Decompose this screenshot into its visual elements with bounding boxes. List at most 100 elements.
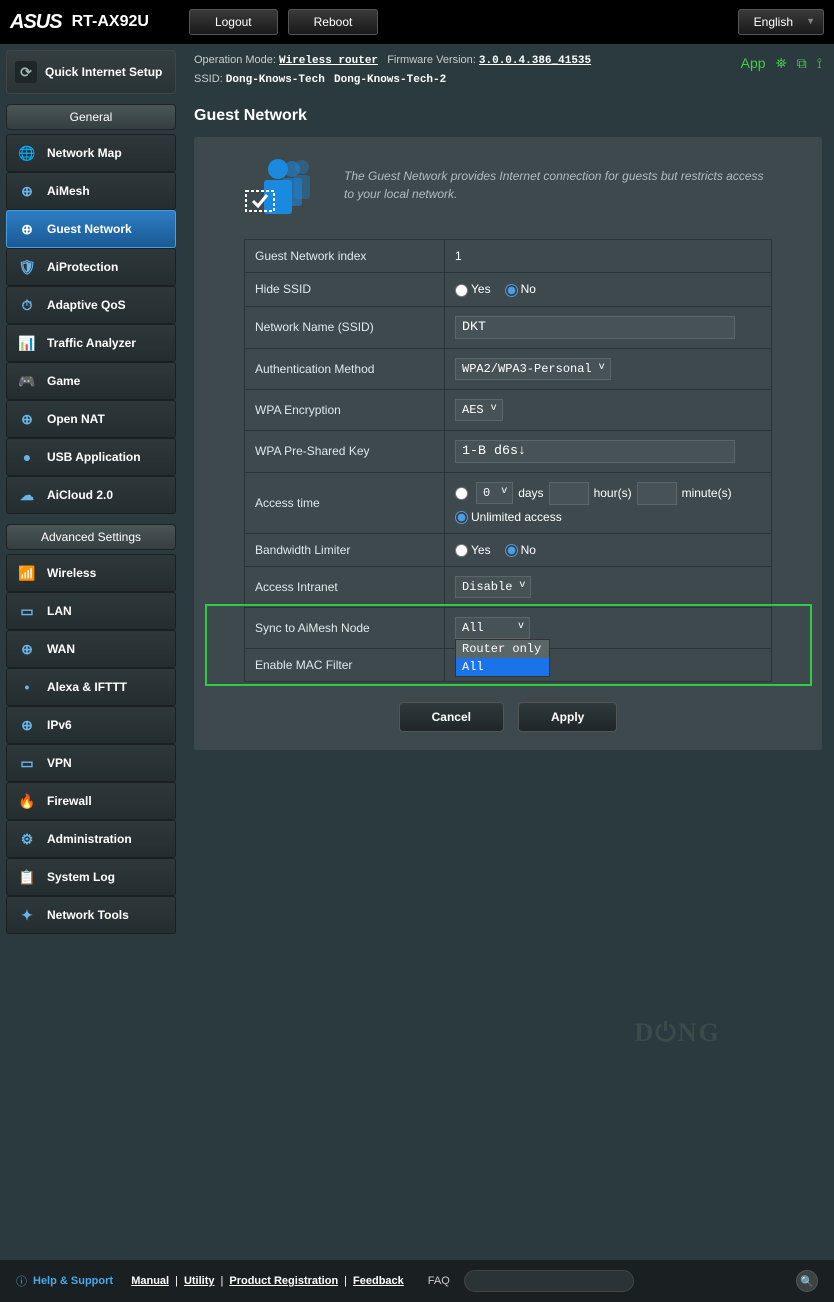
faq-search-input[interactable] [464,1270,634,1292]
minutes-input[interactable] [637,482,677,505]
manual-link[interactable]: Manual [131,1275,169,1287]
general-icon: ⊕ [17,219,37,239]
fw-link[interactable]: 3.0.0.4.386_41535 [479,55,591,67]
advanced-label: Network Tools [47,908,129,922]
advanced-item-firewall[interactable]: 🔥Firewall [6,782,176,820]
quick-internet-setup-button[interactable]: ⟳ Quick Internet Setup [6,50,176,94]
faq-label: FAQ [428,1275,450,1287]
qis-icon: ⟳ [15,61,37,83]
general-item-traffic-analyzer[interactable]: 📊 Traffic Analyzer [6,324,176,362]
general-icon: 🛡 [17,257,37,277]
advanced-item-vpn[interactable]: ▭VPN [6,744,176,782]
reboot-button[interactable]: Reboot [288,9,379,35]
product-reg-link[interactable]: Product Registration [229,1275,338,1287]
general-icon: ⊕ [17,409,37,429]
advanced-label: Administration [47,832,132,846]
psk-input[interactable] [455,440,735,463]
network-icon[interactable]: ⧉ [797,52,807,74]
help-icon: ⓘ [16,1273,27,1289]
info-bar: Operation Mode: Wireless router Firmware… [194,52,822,89]
ssid1-value: Dong-Knows-Tech [226,74,325,86]
ssid2-value: Dong-Knows-Tech-2 [334,74,446,86]
general-item-guest-network[interactable]: ⊕Guest Network [6,210,176,248]
general-item-aimesh[interactable]: ⊕AiMesh [6,172,176,210]
user-icon[interactable]: ⛯ [776,52,787,74]
hide-ssid-label: Hide SSID [245,273,445,306]
advanced-icon: ✦ [17,905,37,925]
advanced-item-alexa-ifttt[interactable]: •Alexa & IFTTT [6,668,176,706]
settings-table: Guest Network index 1 Hide SSID Yes No N… [244,239,772,682]
advanced-icon: • [17,677,37,697]
footer: ⓘ Help & Support Manual | Utility | Prod… [0,1260,834,1302]
access-time-limited-radio[interactable] [455,487,468,500]
advanced-label: WAN [47,642,75,656]
apply-button[interactable]: Apply [518,702,617,732]
search-button[interactable]: 🔍 [796,1270,818,1292]
guest-network-icon [244,155,324,215]
general-icon: ⏱ [17,295,37,315]
advanced-label: System Log [47,870,115,884]
sync-select[interactable]: All [455,617,530,639]
intranet-select[interactable]: Disable [455,576,531,598]
sync-option-router-only[interactable]: Router only [456,640,549,658]
days-select[interactable]: 0 [476,482,513,504]
advanced-icon: 📋 [17,867,37,887]
access-time-label: Access time [245,472,445,533]
general-label: AiProtection [47,260,118,274]
qis-label: Quick Internet Setup [45,65,162,79]
advanced-icon: ⊕ [17,715,37,735]
advanced-item-lan[interactable]: ▭LAN [6,592,176,630]
advanced-item-administration[interactable]: ⚙Administration [6,820,176,858]
general-item-usb-application[interactable]: ● USB Application [6,438,176,476]
app-link[interactable]: App [741,52,766,74]
general-item-aiprotection[interactable]: 🛡 AiProtection [6,248,176,286]
index-value: 1 [445,240,772,273]
advanced-label: IPv6 [47,718,72,732]
general-item-game[interactable]: 🎮 Game [6,362,176,400]
network-name-label: Network Name (SSID) [245,306,445,348]
general-icon: ⊕ [17,181,37,201]
usb-icon[interactable]: ⟟ [817,52,822,74]
logout-button[interactable]: Logout [189,9,278,35]
general-section-header: General [6,104,176,130]
advanced-item-wireless[interactable]: 📶Wireless [6,554,176,592]
network-name-input[interactable] [455,316,735,339]
advanced-item-ipv6[interactable]: ⊕ IPv6 [6,706,176,744]
general-icon: 🎮 [17,371,37,391]
cancel-button[interactable]: Cancel [399,702,504,732]
intranet-label: Access Intranet [245,567,445,608]
general-item-open-nat[interactable]: ⊕Open NAT [6,400,176,438]
advanced-item-network-tools[interactable]: ✦ Network Tools [6,896,176,934]
general-item-network-map[interactable]: 🌐Network Map [6,134,176,172]
op-mode-link[interactable]: Wireless router [279,55,378,67]
auth-select[interactable]: WPA2/WPA3-Personal [455,358,611,380]
hide-ssid-yes[interactable]: Yes [455,282,491,296]
general-label: Traffic Analyzer [47,336,136,350]
bw-yes[interactable]: Yes [455,543,491,557]
main-content: Operation Mode: Wireless router Firmware… [182,44,834,940]
general-item-adaptive-qos[interactable]: ⏱Adaptive QoS [6,286,176,324]
bw-no[interactable]: No [505,543,536,557]
help-support-link[interactable]: Help & Support [33,1275,113,1287]
advanced-item-wan[interactable]: ⊕WAN [6,630,176,668]
hours-input[interactable] [549,482,589,505]
brand-logo: ASUS [10,11,62,34]
unlimited-access-radio[interactable]: Unlimited access [455,510,562,524]
general-icon: ● [17,447,37,467]
ssid-label: SSID: [194,73,223,85]
page-title: Guest Network [194,107,822,125]
language-select[interactable]: English [738,9,824,35]
general-item-aicloud-2-0[interactable]: ☁AiCloud 2.0 [6,476,176,514]
general-label: USB Application [47,450,141,464]
enc-select[interactable]: AES [455,399,503,421]
general-icon: 📊 [17,333,37,353]
sidebar: ⟳ Quick Internet Setup General 🌐Network … [0,44,182,940]
mac-filter-label: Enable MAC Filter [245,649,445,682]
sync-option-all[interactable]: All [456,658,549,676]
feedback-link[interactable]: Feedback [353,1275,404,1287]
utility-link[interactable]: Utility [184,1275,215,1287]
general-label: Game [47,374,80,388]
advanced-item-system-log[interactable]: 📋 System Log [6,858,176,896]
hide-ssid-no[interactable]: No [505,282,536,296]
advanced-label: VPN [47,756,72,770]
